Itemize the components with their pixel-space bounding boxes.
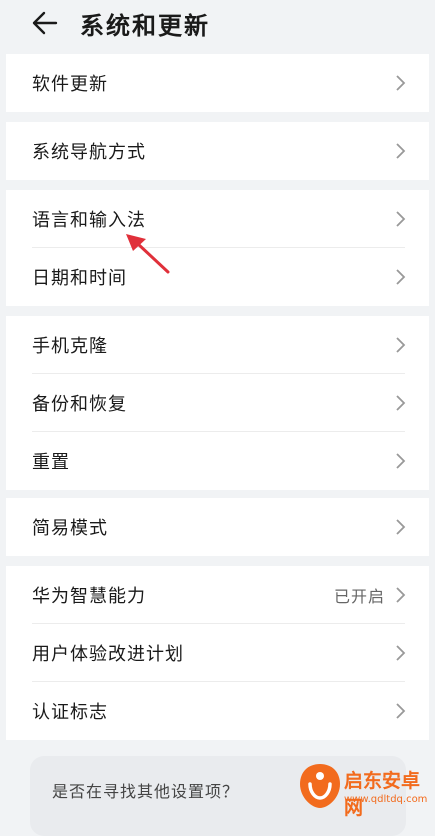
item-label: 日期和时间 <box>32 268 127 289</box>
chevron-right-icon <box>396 143 406 159</box>
item-label: 备份和恢复 <box>32 394 127 415</box>
chevron-right-icon <box>396 395 406 411</box>
settings-item-certification[interactable]: 认证标志 <box>6 682 429 740</box>
suggestion-text: 是否在寻找其他设置项？ <box>52 782 240 801</box>
item-label: 重置 <box>32 452 70 473</box>
watermark-name: 启东安卓网 <box>344 770 421 819</box>
watermark-badge: 启东安卓网 www.qdltdq.com <box>298 762 430 819</box>
settings-item-user-experience[interactable]: 用户体验改进计划 <box>6 624 429 682</box>
item-label: 手机克隆 <box>32 336 108 357</box>
settings-item-backup-restore[interactable]: 备份和恢复 <box>6 374 429 432</box>
item-label: 用户体验改进计划 <box>32 644 184 665</box>
item-label: 简易模式 <box>32 518 108 539</box>
settings-item-reset[interactable]: 重置 <box>6 432 429 490</box>
settings-group-locale: 语言和输入法 日期和时间 <box>6 190 429 306</box>
settings-item-phone-clone[interactable]: 手机克隆 <box>6 316 429 374</box>
chevron-right-icon <box>396 269 406 285</box>
chevron-right-icon <box>396 519 406 535</box>
settings-item-system-navigation[interactable]: 系统导航方式 <box>6 122 429 180</box>
status-value: 已开启 <box>333 587 385 606</box>
chevron-right-icon <box>396 453 406 469</box>
settings-group-simple-mode: 简易模式 <box>6 498 429 556</box>
app-header: 系统和更新 <box>0 0 435 52</box>
settings-item-huawei-intelligence[interactable]: 华为智慧能力 已开启 <box>6 566 429 624</box>
watermark-logo-icon <box>300 764 340 808</box>
item-label: 系统导航方式 <box>32 142 146 163</box>
settings-item-language-input[interactable]: 语言和输入法 <box>6 190 429 248</box>
settings-group-backup: 手机克隆 备份和恢复 重置 <box>6 316 429 490</box>
pointer-arrow-annotation <box>126 234 170 274</box>
settings-item-simple-mode[interactable]: 简易模式 <box>6 498 429 556</box>
page-title: 系统和更新 <box>80 12 210 40</box>
chevron-right-icon <box>396 645 406 661</box>
chevron-right-icon <box>396 587 406 603</box>
watermark-url: www.qdltdq.com <box>344 794 428 805</box>
chevron-right-icon <box>396 75 406 91</box>
item-label: 软件更新 <box>32 74 108 95</box>
chevron-right-icon <box>396 211 406 227</box>
settings-group-navigation: 系统导航方式 <box>6 122 429 180</box>
chevron-right-icon <box>396 337 406 353</box>
settings-group-update: 软件更新 <box>6 54 429 112</box>
settings-item-date-time[interactable]: 日期和时间 <box>6 248 429 306</box>
back-arrow-icon[interactable] <box>30 8 62 38</box>
settings-group-other: 华为智慧能力 已开启 用户体验改进计划 认证标志 <box>6 566 429 740</box>
settings-item-software-update[interactable]: 软件更新 <box>6 54 429 112</box>
chevron-right-icon <box>396 703 406 719</box>
item-label: 华为智慧能力 <box>32 586 146 607</box>
item-label: 认证标志 <box>32 702 108 723</box>
